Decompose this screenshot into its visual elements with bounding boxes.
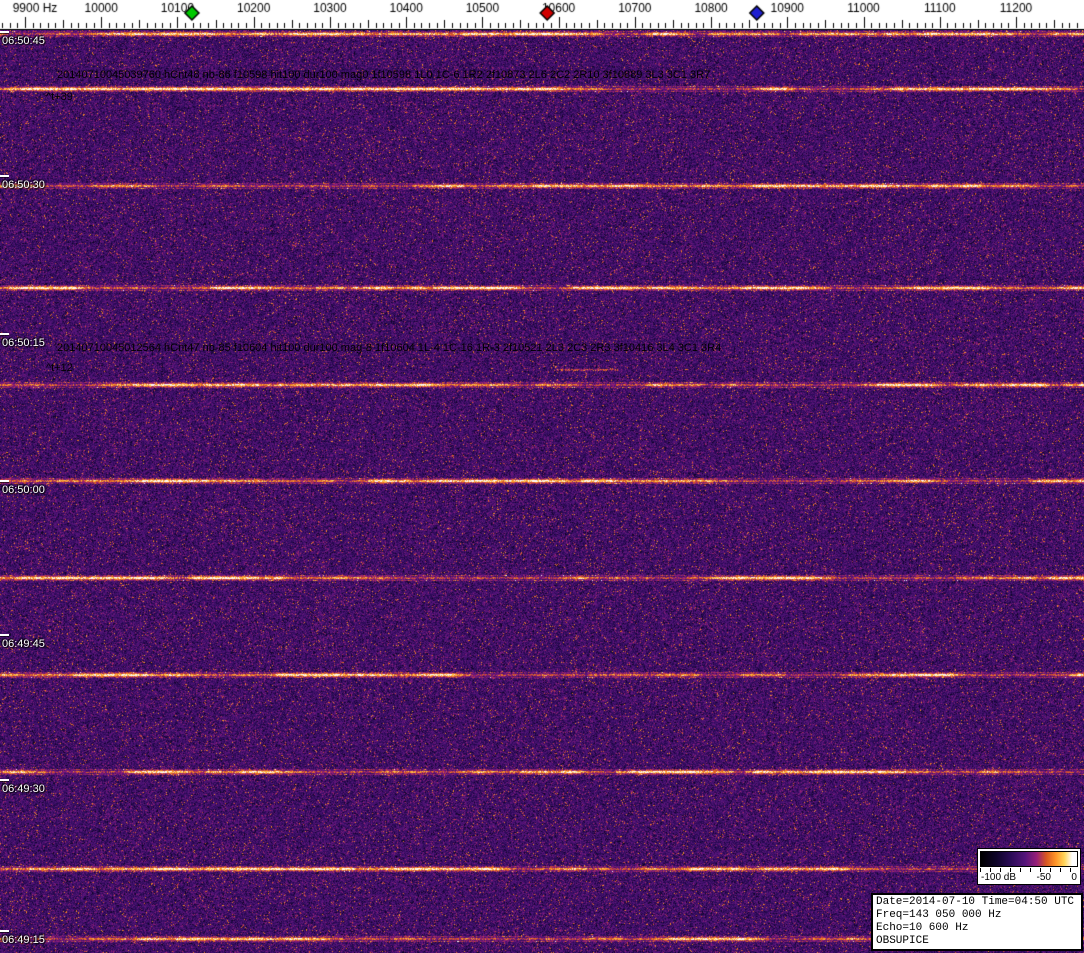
time-label: 06:49:15 — [2, 934, 45, 946]
legend-min-label: -100 dB — [981, 872, 1017, 883]
time-tick — [0, 930, 9, 932]
time-tick — [0, 480, 9, 482]
time-label: 06:50:45 — [2, 35, 45, 47]
echo-annotation: ^t+12 — [46, 362, 73, 374]
legend-mid-label: -50 — [1036, 872, 1051, 883]
time-tick — [0, 175, 9, 177]
time-tick — [0, 634, 9, 636]
time-label: 06:50:00 — [2, 484, 45, 496]
echo-annotation: ^t+39 — [46, 91, 73, 103]
echo-annotation: 20140710045012564 hCnt47 nb-85 f10604 hi… — [57, 342, 722, 354]
time-tick — [0, 779, 9, 781]
color-scale-labels: -100 dB -50 0 — [980, 872, 1078, 883]
overlay-layer: -100 dB -50 0 Date=2014-07-10 Time=04:50… — [0, 0, 1084, 953]
db-color-scale-legend: -100 dB -50 0 — [977, 848, 1081, 885]
info-frequency-line: Freq=143 050 000 Hz — [876, 909, 1002, 921]
info-date-time-line: Date=2014-07-10 Time=04:50 UTC — [876, 896, 1075, 908]
time-tick — [0, 333, 9, 335]
time-label: 06:50:30 — [2, 179, 45, 191]
time-label: 06:49:45 — [2, 638, 45, 650]
echo-annotation: 20140710045039760 hCnt48 nb-86 f10598 hi… — [57, 69, 711, 81]
time-label: 06:49:30 — [2, 783, 45, 795]
info-echo-line: Echo=10 600 Hz — [876, 922, 969, 934]
color-scale-gradient-bar — [980, 851, 1078, 867]
spectrogram-app-window: -100 dB -50 0 Date=2014-07-10 Time=04:50… — [0, 0, 1084, 953]
observation-info-box: Date=2014-07-10 Time=04:50 UTC Freq=143 … — [871, 893, 1083, 951]
info-station-line: OBSUPICE — [876, 935, 929, 947]
time-tick — [0, 31, 9, 33]
time-label: 06:50:15 — [2, 337, 45, 349]
legend-max-label: 0 — [1071, 872, 1077, 883]
